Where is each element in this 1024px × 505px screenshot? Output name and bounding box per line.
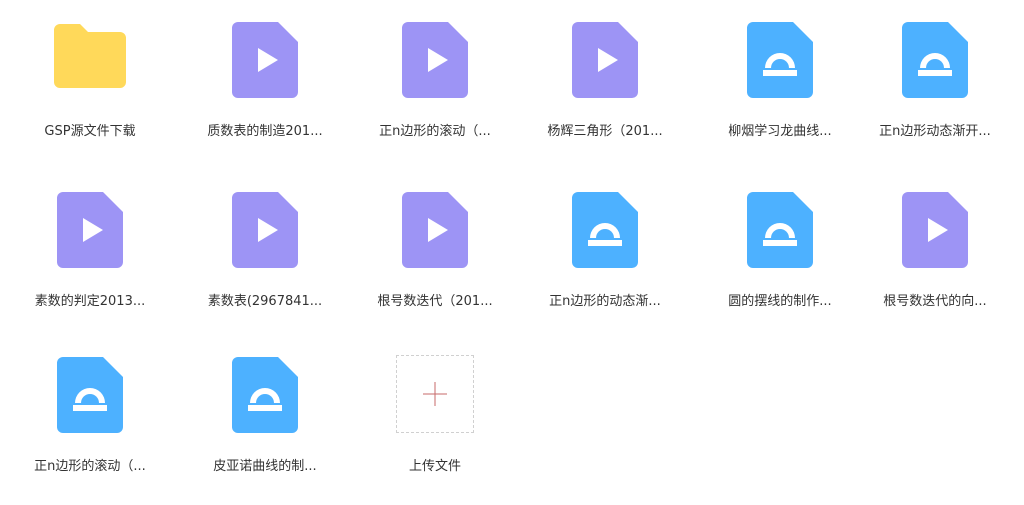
file-item-1[interactable]: 质数表的制造201...: [185, 20, 345, 170]
gsp-file-icon: [747, 22, 813, 98]
file-item-10[interactable]: 圆的摆线的制作...: [700, 190, 860, 340]
file-label: 根号数迭代的向...: [883, 294, 987, 309]
file-item-0[interactable]: GSP源文件下载: [10, 20, 170, 170]
video-file-icon: [402, 192, 468, 268]
gsp-file-icon: [57, 357, 123, 433]
video-file-icon: [232, 22, 298, 98]
file-item-4[interactable]: 柳烟学习龙曲线...: [700, 20, 860, 170]
upload-box[interactable]: [396, 355, 474, 433]
video-file-icon: [902, 192, 968, 268]
file-label: 正n边形的动态渐...: [549, 294, 661, 309]
file-item-2[interactable]: 正n边形的滚动（...: [355, 20, 515, 170]
file-item-6[interactable]: 素数的判定2013...: [10, 190, 170, 340]
file-label: 柳烟学习龙曲线...: [728, 124, 832, 139]
file-label: 质数表的制造201...: [207, 124, 323, 139]
video-file-icon: [402, 22, 468, 98]
upload-item[interactable]: 上传文件: [355, 355, 515, 505]
video-file-icon: [57, 192, 123, 268]
plus-icon: [423, 382, 447, 406]
file-item-8[interactable]: 根号数迭代（201...: [355, 190, 515, 340]
gsp-file-icon: [572, 192, 638, 268]
file-item-11[interactable]: 根号数迭代的向...: [855, 190, 1015, 340]
gsp-file-icon: [902, 22, 968, 98]
file-label: 素数的判定2013...: [34, 294, 146, 309]
folder-icon: [54, 24, 126, 88]
file-item-3[interactable]: 杨辉三角形（201...: [525, 20, 685, 170]
file-grid: GSP源文件下载 质数表的制造201... 正n边形的滚动（... 杨辉三角形（…: [0, 0, 1024, 474]
upload-label: 上传文件: [408, 459, 461, 474]
file-label: 正n边形的滚动（...: [379, 124, 491, 139]
file-item-5[interactable]: 正n边形动态渐开...: [855, 20, 1015, 170]
gsp-file-icon: [232, 357, 298, 433]
file-label: 正n边形动态渐开...: [879, 124, 991, 139]
file-item-13[interactable]: 皮亚诺曲线的制...: [185, 355, 345, 505]
file-item-7[interactable]: 素数表(2967841...: [185, 190, 345, 340]
file-label: 杨辉三角形（201...: [547, 124, 663, 139]
file-label: 圆的摆线的制作...: [728, 294, 832, 309]
file-label: 正n边形的滚动（...: [34, 459, 146, 474]
gsp-file-icon: [747, 192, 813, 268]
file-label: GSP源文件下载: [44, 124, 136, 139]
file-label: 根号数迭代（201...: [377, 294, 493, 309]
video-file-icon: [572, 22, 638, 98]
file-item-12[interactable]: 正n边形的滚动（...: [10, 355, 170, 505]
file-item-9[interactable]: 正n边形的动态渐...: [525, 190, 685, 340]
video-file-icon: [232, 192, 298, 268]
file-label: 素数表(2967841...: [207, 294, 323, 309]
file-label: 皮亚诺曲线的制...: [213, 459, 317, 474]
